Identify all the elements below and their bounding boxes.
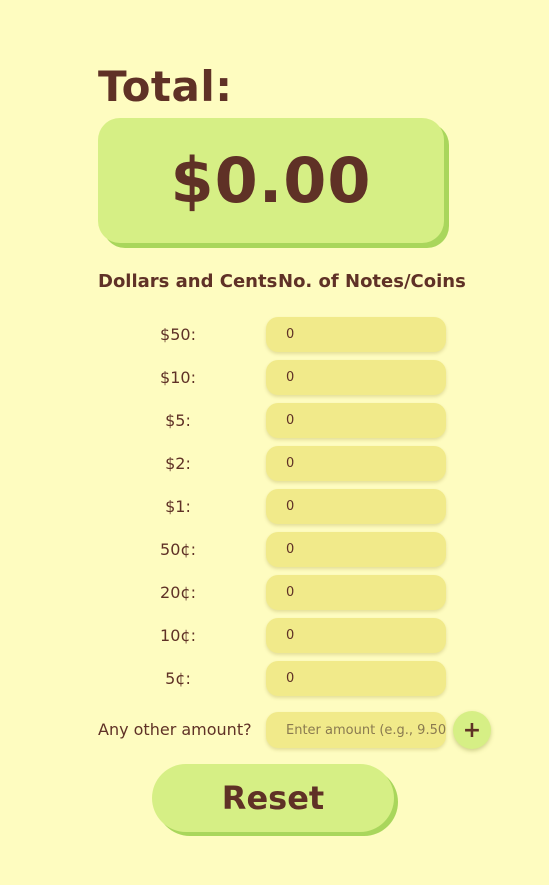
column-headers: Dollars and Cents No. of Notes/Coins — [98, 271, 466, 295]
count-input-10-dollars[interactable] — [266, 360, 446, 395]
count-input-2-dollars[interactable] — [266, 446, 446, 481]
count-input-50-cents[interactable] — [266, 532, 446, 567]
denomination-row-20-cents: 20¢: — [98, 575, 458, 610]
denomination-label: $50: — [160, 325, 196, 344]
reset-button[interactable]: Reset — [152, 764, 394, 832]
plus-icon: + — [462, 717, 482, 743]
other-amount-input[interactable] — [266, 712, 446, 748]
denomination-row-50-dollars: $50: — [98, 317, 458, 352]
denomination-label: 10¢: — [160, 626, 196, 645]
denomination-row-50-cents: 50¢: — [98, 532, 458, 567]
denomination-label: 5¢: — [165, 669, 191, 688]
count-input-20-cents[interactable] — [266, 575, 446, 610]
denomination-label: $2: — [165, 454, 191, 473]
total-display: $0.00 — [98, 118, 444, 243]
count-input-1-dollar[interactable] — [266, 489, 446, 524]
other-amount-row: Any other amount? + — [98, 711, 498, 749]
denomination-row-2-dollars: $2: — [98, 446, 458, 481]
denomination-column-header: Dollars and Cents — [98, 271, 278, 292]
count-input-5-cents[interactable] — [266, 661, 446, 696]
denomination-label: $1: — [165, 497, 191, 516]
denomination-list: $50: $10: $5: $2: $1: 50¢: 20¢: 10¢: — [98, 317, 458, 704]
other-amount-label: Any other amount? — [98, 720, 252, 739]
add-amount-button[interactable]: + — [453, 711, 491, 749]
count-column-header: No. of Notes/Coins — [278, 271, 466, 292]
denomination-label: 50¢: — [160, 540, 196, 559]
count-input-5-dollars[interactable] — [266, 403, 446, 438]
total-value: $0.00 — [170, 144, 372, 217]
denomination-label: 20¢: — [160, 583, 196, 602]
denomination-row-10-dollars: $10: — [98, 360, 458, 395]
denomination-row-1-dollar: $1: — [98, 489, 458, 524]
money-counter-app: Total: $0.00 Dollars and Cents No. of No… — [0, 0, 549, 885]
count-input-50-dollars[interactable] — [266, 317, 446, 352]
count-input-10-cents[interactable] — [266, 618, 446, 653]
denomination-row-5-dollars: $5: — [98, 403, 458, 438]
total-label: Total: — [98, 62, 233, 111]
denomination-row-10-cents: 10¢: — [98, 618, 458, 653]
denomination-label: $10: — [160, 368, 196, 387]
denomination-label: $5: — [165, 411, 191, 430]
denomination-row-5-cents: 5¢: — [98, 661, 458, 696]
